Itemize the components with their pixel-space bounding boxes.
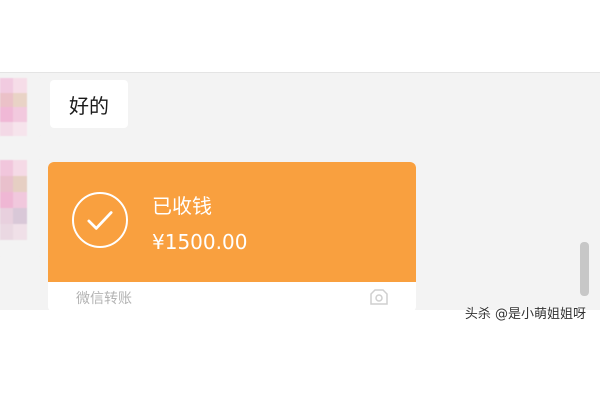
watermark: 头杀 @是小萌姐姐呀 (464, 307, 586, 322)
bottom-margin (0, 310, 600, 400)
chat-scrollbar[interactable] (580, 242, 589, 296)
sender-avatar-2[interactable] (0, 160, 40, 256)
transfer-status: 已收钱 (152, 194, 212, 218)
transfer-amount: ¥1500.00 (152, 230, 248, 254)
transfer-footer-label: 微信转账 (76, 291, 132, 307)
message-bubble[interactable]: 好的 (50, 80, 128, 128)
message-text: 好的 (69, 93, 109, 118)
transfer-footer: 微信转账 (48, 282, 416, 312)
sender-avatar[interactable] (0, 78, 40, 136)
wechat-pay-icon (370, 289, 388, 305)
transfer-card[interactable]: 已收钱 ¥1500.00 微信转账 (48, 162, 416, 312)
transfer-card-body[interactable]: 已收钱 ¥1500.00 (48, 162, 416, 282)
check-circle-icon (72, 192, 128, 248)
top-margin (0, 0, 600, 72)
